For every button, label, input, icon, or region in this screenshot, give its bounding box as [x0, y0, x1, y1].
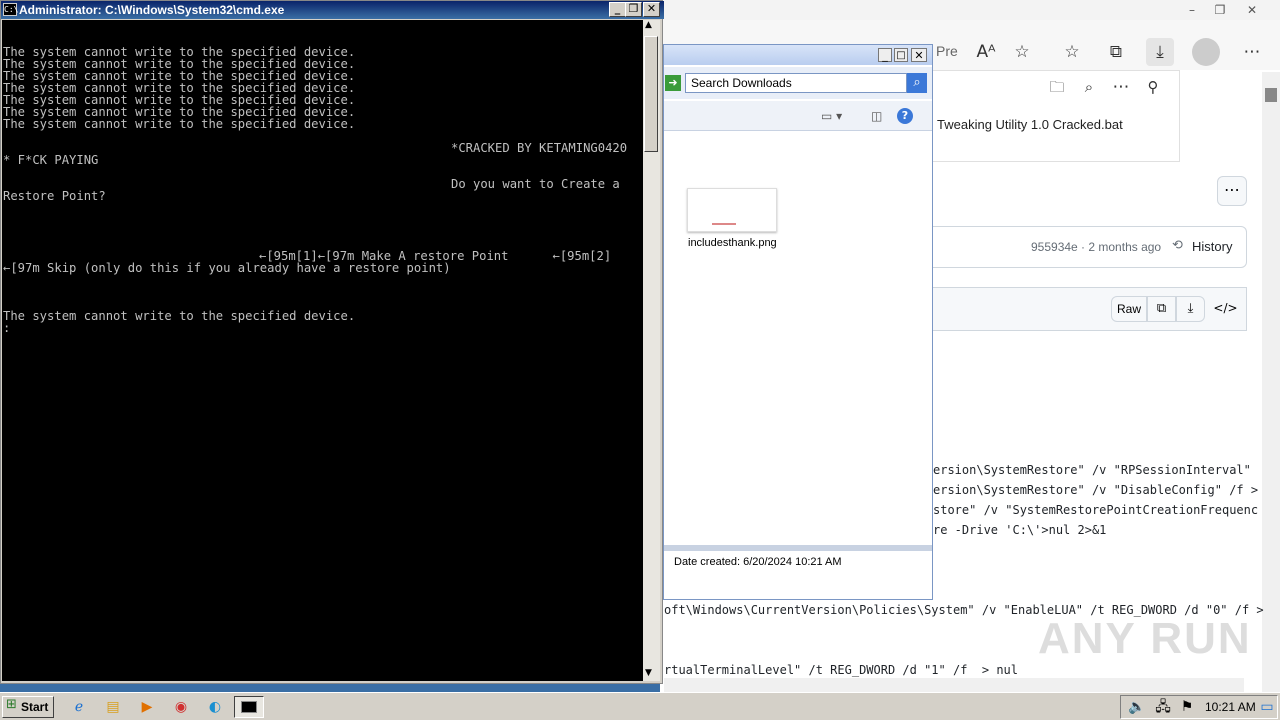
console-line: :: [3, 321, 11, 335]
commit-info[interactable]: 955934e · 2 months ago: [1031, 240, 1161, 254]
address-bar-text[interactable]: Pre: [936, 43, 958, 59]
thumbnail-mark: [712, 223, 736, 225]
more-icon[interactable]: ⋯: [1238, 38, 1266, 66]
close-icon[interactable]: ✕: [643, 2, 660, 17]
code-line: ersion\SystemRestore" /v "RPSessionInter…: [933, 463, 1251, 477]
show-desktop-icon[interactable]: ▭: [1256, 697, 1278, 717]
code-line: rtualTerminalLevel" /t REG_DWORD /d "1" …: [664, 663, 1019, 677]
preview-pane-icon[interactable]: ◫: [871, 109, 882, 123]
media-player-icon[interactable]: ▶: [136, 697, 158, 717]
close-icon[interactable]: ✕: [1242, 2, 1262, 18]
restore-icon[interactable]: ❐: [1210, 2, 1230, 18]
go-arrow-icon[interactable]: ➜: [665, 75, 681, 91]
minimize-icon[interactable]: _: [878, 48, 892, 62]
scroll-up-icon[interactable]: ▲: [645, 20, 652, 30]
help-icon[interactable]: ?: [897, 108, 913, 124]
windows-logo-icon: ⊞: [6, 697, 17, 712]
folder-icon[interactable]: ▤: [102, 697, 124, 717]
kebab-menu-button[interactable]: ⋯: [1217, 176, 1247, 206]
taskbar: ⊞ Start ℯ ▤ ▶ ◉ ◐ 🔈 🖧 ⚑ 10:21 AM ▭: [0, 692, 1280, 720]
file-thumbnail[interactable]: [687, 188, 777, 232]
symbols-icon[interactable]: </>: [1211, 296, 1240, 322]
console-line: The system cannot write to the specified…: [3, 309, 356, 323]
clock: 10:21 AM: [1205, 700, 1256, 714]
history-icon: ⟲: [1172, 238, 1183, 253]
favorites-icon[interactable]: ☆: [1058, 38, 1086, 66]
console-line: *CRACKED BY KETAMING0420: [451, 141, 628, 155]
minimize-icon[interactable]: –: [1182, 2, 1202, 18]
downloads-more-icon[interactable]: ⋯: [1107, 73, 1135, 101]
console-output[interactable]: The system cannot write to the specified…: [2, 20, 643, 681]
code-line: ersion\SystemRestore" /v "DisableConfig"…: [933, 483, 1259, 497]
taskbar-cmd-button[interactable]: [234, 696, 264, 718]
pane-divider[interactable]: [664, 545, 932, 551]
download-item-name[interactable]: Tweaking Utility 1.0 Cracked.bat: [937, 117, 1123, 132]
restore-icon[interactable]: ❐: [625, 2, 642, 17]
cmd-title: Administrator: C:\Windows\System32\cmd.e…: [1, 1, 664, 19]
console-line: Restore Point?: [3, 189, 106, 203]
command-bar: [664, 101, 932, 131]
start-button[interactable]: ⊞ Start: [2, 696, 54, 718]
network-icon[interactable]: 🖧: [1152, 697, 1174, 717]
downloads-icon[interactable]: ⤓: [1146, 38, 1174, 66]
scrollbar-thumb[interactable]: [1265, 88, 1277, 102]
scrollbar-thumb[interactable]: [644, 36, 658, 152]
cmd-icon[interactable]: C:\: [3, 3, 18, 16]
scroll-down-icon[interactable]: ▼: [645, 668, 652, 678]
edge-icon[interactable]: ◐: [204, 697, 226, 717]
pin-icon[interactable]: ⚲: [1139, 73, 1167, 101]
explorer-window: _ □ ✕ ➜ Search Downloads ⌕ ▭ ▾ ◫ ? inclu…: [663, 44, 933, 600]
maximize-icon[interactable]: □: [894, 48, 908, 62]
views-icon[interactable]: ▭ ▾: [821, 109, 842, 123]
search-placeholder: Search Downloads: [691, 76, 792, 90]
details-date-created: Date created: 6/20/2024 10:21 AM: [674, 556, 842, 568]
profile-avatar[interactable]: ●: [1192, 38, 1220, 66]
raw-button[interactable]: Raw: [1111, 296, 1147, 322]
read-aloud-icon[interactable]: Aᴬ: [972, 38, 1000, 66]
close-icon[interactable]: ✕: [911, 48, 927, 62]
add-favorite-icon[interactable]: ☆: [1008, 38, 1036, 66]
volume-icon[interactable]: 🔈: [1126, 697, 1148, 717]
horizontal-scrollbar[interactable]: [664, 678, 1244, 692]
console-line: * F*CK PAYING: [3, 153, 99, 167]
collections-icon[interactable]: ⧉: [1102, 38, 1130, 66]
copy-icon[interactable]: ⧉: [1147, 296, 1176, 322]
cmd-taskbar-icon: [241, 701, 257, 713]
code-line: re -Drive 'C:\'>nul 2>&1: [933, 523, 1107, 537]
console-line: ←[97m Skip (only do this if you already …: [3, 261, 451, 275]
flag-icon[interactable]: ⚑: [1176, 697, 1198, 717]
history-link[interactable]: History: [1192, 239, 1232, 254]
page-scrollbar[interactable]: [1262, 72, 1280, 692]
ie-icon[interactable]: ℯ: [68, 697, 90, 717]
cmd-window: Administrator: C:\Windows\System32\cmd.e…: [0, 0, 664, 684]
watermark: ANY RUN: [1038, 614, 1252, 663]
chrome-icon[interactable]: ◉: [170, 697, 192, 717]
search-icon[interactable]: ⌕: [907, 73, 927, 93]
file-name[interactable]: includesthank.png: [688, 237, 777, 249]
console-scrollbar[interactable]: ▲ ▼: [643, 20, 660, 681]
code-line: store" /v "SystemRestorePointCreationFre…: [933, 503, 1259, 517]
console-line: Do you want to Create a: [451, 177, 620, 191]
minimize-icon[interactable]: _: [609, 2, 626, 17]
start-label: Start: [21, 700, 49, 714]
download-raw-icon[interactable]: ⤓: [1176, 296, 1205, 322]
console-line: The system cannot write to the specified…: [3, 117, 356, 131]
open-folder-icon[interactable]: 🗀: [1043, 73, 1071, 101]
search-icon[interactable]: ⌕: [1075, 73, 1103, 101]
